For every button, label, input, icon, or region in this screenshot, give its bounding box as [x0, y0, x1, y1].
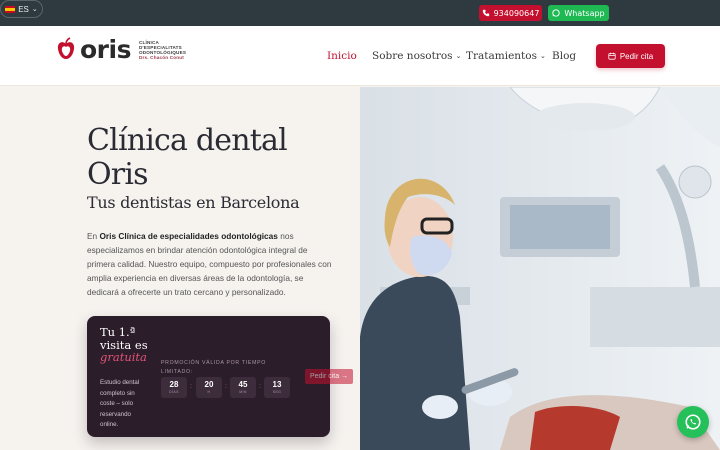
promo-card: Tu 1.ª visita es gratuita Estudio dental…: [87, 316, 330, 437]
nav-item-sobre-nosotros[interactable]: Sobre nosotros ⌄: [372, 50, 461, 62]
countdown-value: 13: [272, 380, 282, 389]
promo-title-line: Tu 1.ª visita es: [100, 325, 148, 352]
chevron-down-icon: ⌄: [539, 52, 546, 60]
language-code: ES: [18, 4, 29, 14]
hero-title: Clínica dental Oris: [87, 123, 288, 192]
chevron-down-icon: ⌄: [31, 6, 38, 13]
countdown-separator: :: [190, 383, 192, 390]
countdown-unit: DÍAS: [169, 390, 179, 394]
countdown-value: 45: [238, 380, 248, 389]
top-bar: 934090647 Whatsapp ES ⌄: [0, 0, 720, 26]
promo-description: Estudio dental completo sin coste – solo…: [100, 379, 140, 428]
nav-label: Sobre nosotros: [372, 50, 453, 62]
promo-label: PROMOCIÓN VÁLIDA POR TIEMPO LIMITADO:: [161, 360, 266, 375]
nav-item-blog[interactable]: Blog: [552, 50, 576, 62]
chevron-down-icon: ⌄: [455, 52, 462, 60]
whatsapp-float-icon: [685, 414, 701, 430]
countdown-unit: H: [207, 390, 211, 394]
cta-label: Pedir cita: [619, 51, 654, 61]
site-header: oris CLÍNICA D'ESPECIALITATS ODONTOLÒGIQ…: [0, 26, 720, 86]
phone-icon: [482, 9, 490, 17]
whatsapp-float-button[interactable]: [677, 406, 709, 438]
site-logo[interactable]: oris CLÍNICA D'ESPECIALITATS ODONTOLÒGIQ…: [56, 37, 186, 63]
para-bold: Oris Clínica de especialidades odontológ…: [99, 231, 278, 241]
countdown-minutes: 45 MIN: [230, 377, 256, 398]
countdown-unit: MIN: [239, 390, 247, 394]
nav-item-inicio[interactable]: Inicio: [327, 50, 357, 62]
whatsapp-button[interactable]: Whatsapp: [548, 5, 609, 21]
calendar-icon: [608, 52, 616, 60]
countdown-separator: :: [259, 383, 261, 390]
book-appointment-button[interactable]: Pedir cita: [596, 44, 665, 68]
flag-es-icon: [5, 5, 16, 13]
para-prefix: En: [87, 231, 100, 241]
countdown-seconds: 13 SEG: [264, 377, 290, 398]
hero-subtitle: Tus dentistas en Barcelona: [87, 193, 300, 212]
logo-wordmark: oris: [80, 35, 131, 64]
promo-title: Tu 1.ª visita es gratuita: [100, 326, 148, 364]
countdown-value: 20: [204, 380, 214, 389]
nav-label: Blog: [552, 50, 577, 62]
hero-description: En Oris Clínica de especialidades odonto…: [87, 229, 332, 299]
logo-sub-doctors: Drs. Chacón Conut: [138, 55, 184, 61]
promo-title-highlight: gratuita: [100, 350, 147, 364]
phone-number: 934090647: [493, 8, 540, 18]
logo-subtitle: CLÍNICA D'ESPECIALITATS ODONTOLÒGIQUES D…: [139, 40, 186, 61]
countdown-unit: SEG: [272, 390, 282, 394]
dentist-illustration: [360, 87, 720, 450]
whatsapp-icon: [552, 9, 561, 17]
whatsapp-label: Whatsapp: [564, 8, 605, 18]
nav-item-tratamientos[interactable]: Tratamientos ⌄: [466, 50, 546, 62]
nav-label: Inicio: [327, 50, 357, 62]
phone-button[interactable]: 934090647: [479, 5, 542, 21]
oris-logo-mark: [57, 37, 75, 59]
promo-book-button[interactable]: Pedir cita →: [305, 369, 353, 384]
countdown-hours: 20 H: [196, 377, 222, 398]
countdown-value: 28: [169, 380, 179, 389]
countdown-separator: :: [225, 383, 227, 390]
countdown-days: 28 DÍAS: [161, 377, 187, 398]
nav-label: Tratamientos: [466, 50, 537, 62]
hero-photo-dentist: [360, 87, 720, 450]
language-selector[interactable]: ES ⌄: [0, 0, 43, 18]
